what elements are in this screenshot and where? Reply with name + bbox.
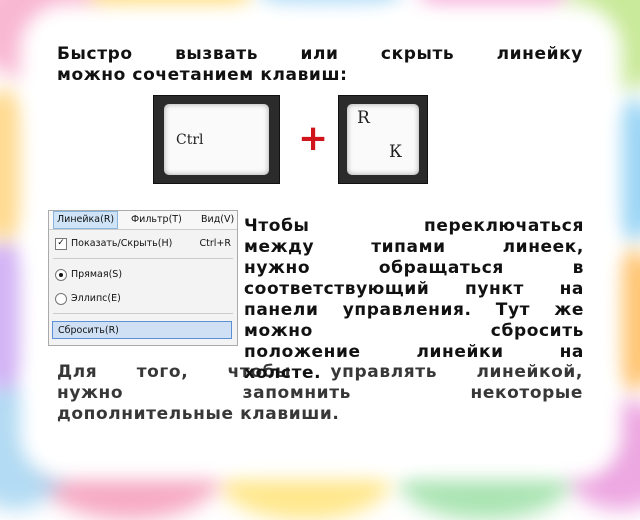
ellipse-label: Эллипс(E): [71, 293, 121, 304]
ctrl-key-image: Ctrl: [153, 95, 280, 184]
menu-item-straight[interactable]: Прямая(S): [55, 267, 122, 283]
intro-line-1: Быстро вызвать или скрыть линейку: [57, 44, 583, 64]
explain-line: нужно обращаться в: [244, 258, 584, 278]
r-key-image: R К: [338, 95, 428, 184]
menu-item-reset[interactable]: Сбросить(R): [52, 321, 232, 339]
menu-separator: [53, 313, 233, 314]
straight-label: Прямая(S): [71, 269, 123, 280]
checkbox-icon: ✓: [55, 237, 67, 250]
explain-line: панели управления. Тут же: [244, 300, 584, 320]
menu-item-ellipse[interactable]: Эллипс(E): [55, 291, 121, 307]
menu-view[interactable]: Вид(V): [201, 214, 234, 225]
radio-icon: [55, 292, 67, 305]
ruler-menu: Линейка(R) Фильтр(T) Вид(V) ✓ Показать/Ск…: [48, 210, 238, 346]
explain-line: Чтобы переключаться: [244, 216, 584, 236]
explain-line: соответствующий пункт на: [244, 279, 584, 299]
bottom-line-3: дополнительные клавиши.: [57, 404, 340, 424]
explain-line: между типами линеек,: [244, 237, 584, 257]
explain-text: Чтобы переключаться между типами линеек,…: [244, 216, 584, 384]
explain-line: можно сбросить: [244, 321, 584, 341]
ctrl-key-label: Ctrl: [176, 132, 204, 148]
menu-bar: Линейка(R) Фильтр(T) Вид(V): [49, 211, 237, 230]
k-key-label: К: [389, 142, 403, 162]
menu-ruler[interactable]: Линейка(R): [53, 211, 119, 229]
bottom-line-2: нужно запомнить некоторые: [57, 383, 583, 403]
plus-sign: +: [298, 118, 329, 159]
intro-line-2: можно сочетанием клавиш:: [57, 65, 348, 85]
menu-filter[interactable]: Фильтр(T): [131, 214, 182, 225]
intro-text: Быстро вызвать или скрыть линейку можно …: [57, 44, 583, 86]
show-hide-shortcut: Ctrl+R: [199, 238, 231, 249]
radio-selected-icon: [55, 268, 67, 281]
explain-line: холсте.: [244, 363, 322, 383]
menu-item-show-hide[interactable]: ✓ Показать/Скрыть(H) Ctrl+R: [55, 236, 231, 252]
r-key-label: R: [357, 108, 370, 128]
menu-separator: [53, 258, 233, 259]
show-hide-label: Показать/Скрыть(H): [71, 238, 173, 249]
explain-line: положение линейки на: [244, 342, 584, 362]
